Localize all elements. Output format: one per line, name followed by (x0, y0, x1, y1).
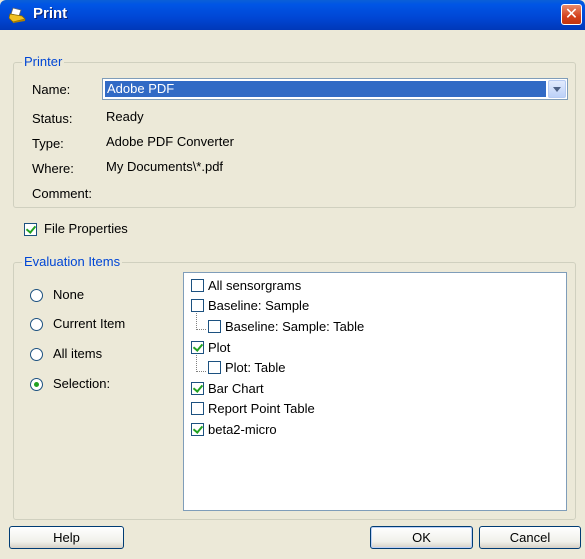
status-label: Status: (32, 111, 73, 126)
help-button[interactable]: Help (9, 526, 124, 549)
where-label: Where: (32, 161, 74, 176)
tree-item-checkbox[interactable] (208, 361, 221, 374)
tree-item-checkbox[interactable] (208, 320, 221, 333)
tree-connector (196, 309, 206, 330)
evaluation-items-label: Evaluation Items (22, 254, 123, 269)
tree-item-label: Baseline: Sample (208, 298, 310, 313)
tree-item-label: Bar Chart (208, 381, 264, 396)
tree-item-label: Plot (208, 340, 231, 355)
printer-group-label: Printer (22, 54, 65, 69)
radio-none-label[interactable]: None (53, 287, 84, 302)
tree-item-label: All sensorgrams (208, 278, 302, 293)
title-bar[interactable]: Print ✕ (0, 0, 585, 30)
radio-all-items-label[interactable]: All items (53, 346, 102, 361)
tree-item-label: Baseline: Sample: Table (225, 319, 365, 334)
type-value: Adobe PDF Converter (106, 134, 234, 149)
ok-button[interactable]: OK (370, 526, 473, 549)
printer-icon (9, 7, 26, 23)
tree-item-checkbox[interactable] (191, 382, 204, 395)
radio-current-item-label[interactable]: Current Item (53, 316, 125, 331)
radio-current-item[interactable] (30, 318, 43, 331)
tree-item-checkbox[interactable] (191, 279, 204, 292)
chevron-down-icon[interactable] (548, 80, 566, 98)
tree-connector (196, 351, 206, 372)
printer-name-select[interactable]: Adobe PDF (102, 78, 568, 100)
radio-selection-label[interactable]: Selection: (53, 376, 110, 391)
radio-all-items[interactable] (30, 348, 43, 361)
type-label: Type: (32, 136, 64, 151)
comment-label: Comment: (32, 186, 92, 201)
close-icon: ✕ (564, 4, 579, 23)
name-label: Name: (32, 82, 71, 97)
print-dialog: Print ✕ Printer Name: Adobe PDF Status: … (0, 0, 585, 559)
window-title: Print (33, 5, 68, 22)
status-value: Ready (106, 109, 144, 124)
printer-name-value: Adobe PDF (105, 81, 546, 97)
tree-item-checkbox[interactable] (191, 402, 204, 415)
cancel-button[interactable]: Cancel (479, 526, 581, 549)
file-properties-checkbox[interactable] (24, 223, 37, 236)
tree-item-checkbox[interactable] (191, 341, 204, 354)
tree-item-label: Plot: Table (225, 360, 286, 375)
tree-item-checkbox[interactable] (191, 423, 204, 436)
radio-none[interactable] (30, 289, 43, 302)
file-properties-label[interactable]: File Properties (44, 221, 128, 236)
evaluation-items-tree[interactable]: All sensorgrams Baseline: Sample Baselin… (183, 272, 567, 511)
tree-item-checkbox[interactable] (191, 299, 204, 312)
close-button[interactable]: ✕ (561, 4, 582, 25)
radio-selection[interactable] (30, 378, 43, 391)
tree-item-label: beta2-micro (208, 422, 277, 437)
where-value: My Documents\*.pdf (106, 159, 224, 174)
tree-item-label: Report Point Table (208, 401, 315, 416)
